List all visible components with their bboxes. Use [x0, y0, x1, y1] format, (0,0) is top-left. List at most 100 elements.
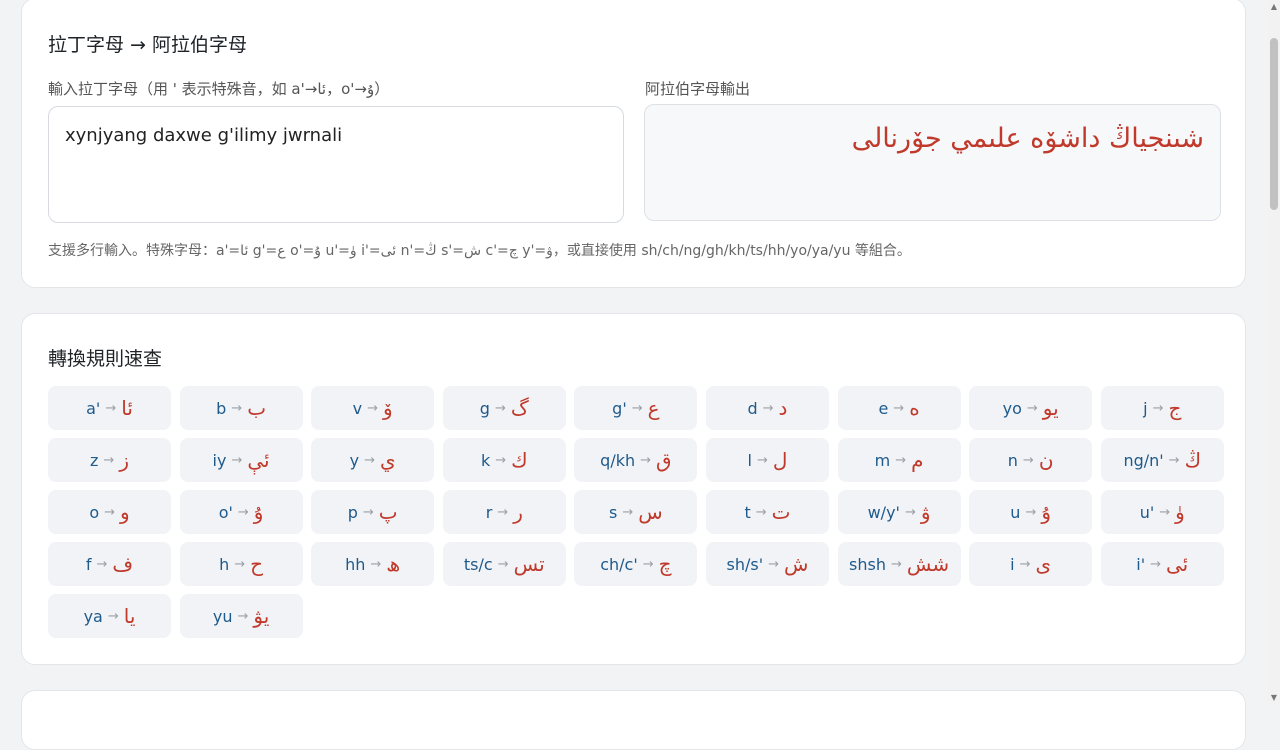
rule-chip: shsh → شش — [837, 542, 961, 586]
rule-chip: l → ل — [705, 438, 829, 482]
rule-arabic: ك — [511, 448, 528, 472]
arrow-icon: → — [1152, 400, 1164, 416]
rule-latin: g — [479, 398, 490, 418]
rule-latin: hh — [345, 554, 366, 574]
rule-arabic: ۋ — [920, 500, 931, 524]
rule-arabic: يا — [123, 604, 136, 628]
rule-chip: b → ب — [179, 386, 303, 430]
rule-chip: v → ۆ — [311, 386, 435, 430]
page-scrollbar[interactable]: ▲ ▼ — [1268, 0, 1280, 705]
rule-arabic: ى — [1035, 552, 1052, 576]
rule-arabic: ح — [250, 552, 264, 576]
arrow-icon: → — [642, 556, 654, 572]
rule-latin: iy — [212, 450, 227, 470]
output-label: 阿拉伯字母輸出 — [645, 80, 751, 98]
converter-card: 拉丁字母 → 阿拉伯字母 輸入拉丁字母（用 ' 表示特殊音，如 a'→ئا，o'… — [21, 0, 1246, 288]
rule-arabic: ز — [119, 448, 129, 472]
rule-chip: s → س — [574, 490, 698, 534]
rule-latin: ya — [83, 606, 103, 626]
rule-arabic: و — [120, 500, 130, 524]
rule-arabic: ل — [772, 448, 788, 472]
arrow-icon: → — [640, 452, 652, 468]
arrow-icon: → — [104, 504, 116, 520]
rule-arabic: ف — [112, 552, 134, 576]
rule-arabic: ت — [771, 500, 791, 524]
rule-arabic: چ — [658, 552, 672, 576]
rule-arabic: ج — [1168, 396, 1182, 420]
rule-latin: ch/c' — [600, 554, 638, 574]
rule-chip: g' → ع — [574, 386, 698, 430]
rule-latin: g' — [612, 398, 627, 418]
latin-input[interactable]: xynjyang daxwe g'ilimy jwrnali — [48, 106, 624, 223]
rule-latin: t — [744, 502, 751, 522]
rule-arabic: م — [911, 448, 924, 472]
rule-arabic: ئې — [247, 448, 270, 472]
rule-arabic: س — [638, 500, 663, 524]
input-hint: 支援多行輸入。特殊字母：a'=ئا g'=ع o'=ۇ u'=ۈ i'=ئى n… — [48, 243, 911, 259]
arrow-icon: → — [231, 400, 243, 416]
rule-latin: shsh — [849, 554, 886, 574]
scroll-up-arrow-icon[interactable]: ▲ — [1270, 2, 1278, 12]
rule-latin: yo — [1002, 398, 1022, 418]
rule-arabic: ۇ — [253, 500, 264, 524]
arrow-icon: → — [895, 452, 907, 468]
arrow-icon: → — [497, 504, 509, 520]
rule-chip: k → ك — [442, 438, 566, 482]
arrow-icon: → — [237, 504, 249, 520]
arrow-icon: → — [237, 608, 249, 624]
rule-chip: sh/s' → ش — [705, 542, 829, 586]
arrow-icon: → — [1150, 556, 1161, 572]
rule-chip: n → ن — [969, 438, 1093, 482]
rule-latin: ts/c — [463, 554, 493, 574]
rule-chip: o → و — [48, 490, 171, 534]
rule-chip: f → ف — [48, 542, 171, 586]
arrow-icon: → — [904, 504, 916, 520]
rule-chip: hh → ھ — [311, 542, 435, 586]
rule-arabic: ش — [784, 552, 809, 576]
rule-arabic: پ — [378, 500, 398, 524]
arrow-icon: → — [362, 504, 374, 520]
rule-arabic: شش — [906, 552, 950, 576]
arrow-icon: → — [367, 400, 379, 416]
rule-chip: e → ە — [837, 386, 961, 430]
rule-latin: y — [349, 450, 360, 470]
rule-arabic: د — [778, 396, 788, 420]
rule-chip: yu → يۋ — [179, 594, 303, 638]
arrow-icon: → — [890, 556, 902, 572]
scroll-thumb[interactable] — [1270, 38, 1278, 210]
arrow-icon: → — [1025, 504, 1037, 520]
rule-chip: g → گ — [442, 386, 566, 430]
arrow-icon: → — [1019, 556, 1031, 572]
rule-latin: n — [1007, 450, 1018, 470]
rule-arabic: ئا — [121, 396, 133, 420]
rule-chip: m → م — [837, 438, 961, 482]
rule-arabic: ە — [909, 396, 920, 420]
rule-chip: w/y' → ۋ — [837, 490, 961, 534]
rule-chip: r → ر — [442, 490, 566, 534]
rule-chip: o' → ۇ — [179, 490, 303, 534]
rule-latin: o — [89, 502, 100, 522]
arrow-icon: → — [631, 400, 643, 416]
rule-latin: l — [747, 450, 752, 470]
arrow-icon: → — [768, 556, 780, 572]
rule-arabic: گ — [510, 396, 529, 420]
arabic-output: شىنجياڭ داشۆە علىمي جۆرنالى — [644, 104, 1221, 221]
rule-latin: d — [747, 398, 758, 418]
rule-chip: u → ۇ — [969, 490, 1093, 534]
arrow-icon: → — [1026, 400, 1038, 416]
arrow-icon: → — [755, 504, 767, 520]
rule-latin: k — [480, 450, 491, 470]
rule-arabic: ڭ — [1184, 448, 1202, 472]
rule-chip: d → د — [705, 386, 829, 430]
arrow-icon: → — [234, 556, 246, 572]
next-card — [21, 690, 1246, 750]
arrow-icon: → — [103, 452, 115, 468]
rule-latin: i — [1010, 554, 1015, 574]
rule-latin: p — [347, 502, 358, 522]
rule-latin: u' — [1139, 502, 1155, 522]
rule-latin: m — [874, 450, 891, 470]
scroll-down-arrow-icon[interactable]: ▼ — [1270, 693, 1278, 703]
rule-latin: w/y' — [867, 502, 900, 522]
rule-arabic: ر — [513, 500, 523, 524]
rule-chip: ts/c → تس — [442, 542, 566, 586]
